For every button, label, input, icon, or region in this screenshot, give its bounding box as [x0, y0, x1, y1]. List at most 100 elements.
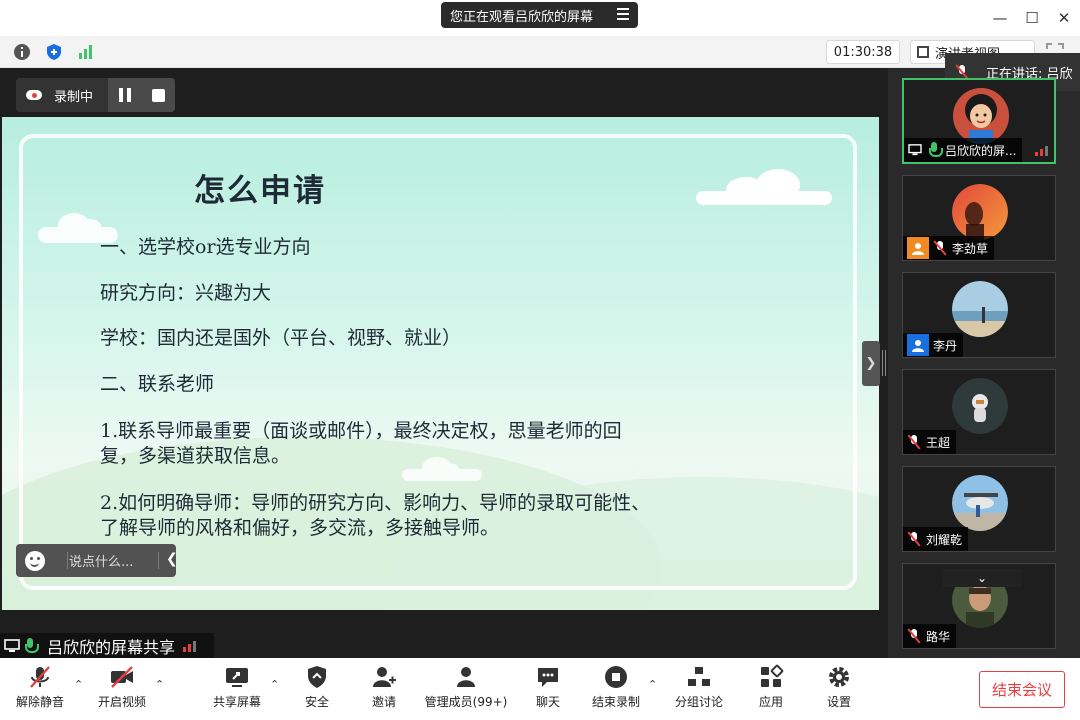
screen-share-icon [4, 638, 20, 652]
end-recording-button[interactable]: 结束录制 [589, 664, 643, 716]
chevron-up-icon[interactable]: ⌃ [648, 678, 657, 691]
start-video-label: 开启视频 [97, 695, 146, 709]
screen-share-icon [908, 144, 922, 156]
mic-on-icon [24, 637, 39, 654]
mic-muted-icon [907, 434, 921, 450]
close-button[interactable]: ✕ [1048, 0, 1080, 36]
participant-label: 刘耀乾 [903, 527, 969, 551]
add-user-icon [373, 667, 396, 687]
members-icon [457, 667, 475, 687]
title-bar: 您正在观看吕欣欣的屏幕 — ☐ ✕ [0, 0, 1080, 36]
participant-tile[interactable]: 李劲草 [902, 175, 1056, 261]
participant-tile[interactable]: 王超 [902, 369, 1056, 455]
signal-icon [1035, 144, 1048, 156]
meeting-info-bar: 01:30:38 演讲者视图 [0, 36, 1080, 68]
security-label: 安全 [304, 695, 329, 709]
signal-icon[interactable] [76, 42, 96, 62]
minimize-button[interactable]: — [984, 0, 1016, 36]
menu-icon[interactable] [617, 8, 629, 20]
mic-muted-icon [30, 666, 50, 688]
info-icon[interactable] [12, 42, 32, 62]
participant-label: 李劲草 [903, 236, 995, 260]
chevron-up-icon[interactable]: ⌃ [74, 678, 83, 691]
chat-button[interactable]: 聊天 [531, 664, 565, 716]
shared-screen-area: 录制中 怎么申请 一、选学校or选专业方向 研究方向：兴趣为大 学校：国内还是国… [0, 68, 880, 658]
security-button[interactable]: 安全 [300, 664, 334, 716]
breakout-button[interactable]: 分组讨论 [672, 664, 726, 716]
settings-label: 设置 [826, 695, 851, 709]
manage-members-button[interactable]: 管理成员(99+) [424, 664, 508, 716]
settings-button[interactable]: 设置 [822, 664, 856, 716]
user-icon [907, 237, 929, 259]
camera-off-icon [111, 666, 133, 688]
invite-button[interactable]: 邀请 [367, 664, 401, 716]
recording-label: 录制中 [54, 89, 94, 105]
avatar [952, 281, 1008, 337]
participant-label: 吕欣欣的屏... [904, 138, 1023, 162]
mic-on-icon [928, 142, 943, 158]
participant-label: 王超 [903, 430, 957, 454]
avatar [953, 88, 1009, 144]
share-screen-button[interactable]: 共享屏幕 [210, 664, 264, 716]
slide-line: 一、选学校or选专业方向 [100, 236, 311, 258]
slide-line: 学校：国内还是国外（平台、视野、就业） [100, 327, 462, 349]
chevron-down-icon[interactable]: ⌄ [942, 569, 1022, 587]
participant-label: 路华 [903, 624, 957, 648]
emoji-icon[interactable] [25, 550, 45, 571]
participant-tile[interactable]: 李丹 [902, 272, 1056, 358]
viewing-banner[interactable]: 您正在观看吕欣欣的屏幕 [441, 2, 638, 28]
share-screen-label: 共享屏幕 [212, 695, 261, 709]
participant-name: 路华 [926, 629, 951, 644]
avatar [952, 184, 1008, 240]
comment-bar[interactable]: 说点什么... ❮ [16, 544, 178, 577]
avatar [952, 475, 1008, 531]
invite-label: 邀请 [371, 695, 396, 709]
shield-icon[interactable] [44, 42, 64, 62]
breakout-icon [688, 667, 710, 686]
end-meeting-button[interactable]: 结束会议 [979, 671, 1065, 708]
slide-line: 1.联系导师最重要（面谈或邮件），最终决定权，思量老师的回 [100, 420, 622, 442]
comment-input[interactable]: 说点什么... [69, 551, 133, 570]
stop-record-icon [605, 666, 627, 688]
mic-muted-icon [907, 531, 921, 547]
gear-icon [829, 667, 849, 687]
stop-icon[interactable] [151, 88, 165, 102]
sharer-tag: 吕欣欣的屏幕共享 [0, 633, 214, 658]
participant-label: 李丹 [903, 333, 964, 357]
mic-muted-icon [933, 240, 947, 256]
layout-icon [917, 46, 929, 58]
shield-icon [308, 666, 326, 688]
chevron-up-icon[interactable]: ⌃ [155, 678, 164, 691]
slide-title: 怎么申请 [194, 173, 326, 209]
pause-icon[interactable] [118, 88, 131, 102]
slide-line: 二、联系老师 [100, 373, 215, 395]
participant-tile[interactable]: 刘耀乾 [902, 466, 1056, 552]
participant-name: 刘耀乾 [926, 532, 963, 547]
presentation-slide: 怎么申请 一、选学校or选专业方向 研究方向：兴趣为大 学校：国内还是国外（平台… [2, 117, 879, 610]
start-video-button[interactable]: 开启视频 [96, 664, 148, 716]
resize-handle[interactable] [882, 350, 886, 376]
collapse-panel-button[interactable]: ❯ [862, 341, 880, 386]
divider [67, 552, 68, 569]
participant-name: 吕欣欣的屏... [945, 143, 1017, 158]
participant-tile[interactable]: 吕欣欣的屏... [902, 78, 1056, 164]
screen-share-icon [226, 668, 248, 687]
maximize-button[interactable]: ☐ [1016, 0, 1048, 36]
signal-icon [183, 640, 197, 652]
viewing-banner-text: 您正在观看吕欣欣的屏幕 [450, 9, 594, 25]
apps-icon [761, 664, 784, 687]
apps-button[interactable]: 应用 [754, 664, 788, 716]
sharer-name: 吕欣欣的屏幕共享 [47, 637, 176, 657]
chevron-up-icon[interactable]: ⌃ [270, 678, 279, 691]
mic-muted-icon [907, 628, 921, 644]
slide-line: 了解导师的风格和偏好，多交流，多接触导师。 [100, 517, 500, 539]
chevron-left-icon[interactable]: ❮ [166, 551, 178, 567]
unmute-button[interactable]: 解除静音 [12, 664, 68, 716]
slide-line: 研究方向：兴趣为大 [100, 282, 272, 304]
meeting-timer: 01:30:38 [826, 40, 900, 64]
chat-label: 聊天 [535, 695, 560, 709]
divider [158, 552, 159, 569]
apps-label: 应用 [758, 695, 783, 709]
participant-name: 李劲草 [952, 241, 989, 256]
participant-name: 王超 [926, 435, 951, 450]
